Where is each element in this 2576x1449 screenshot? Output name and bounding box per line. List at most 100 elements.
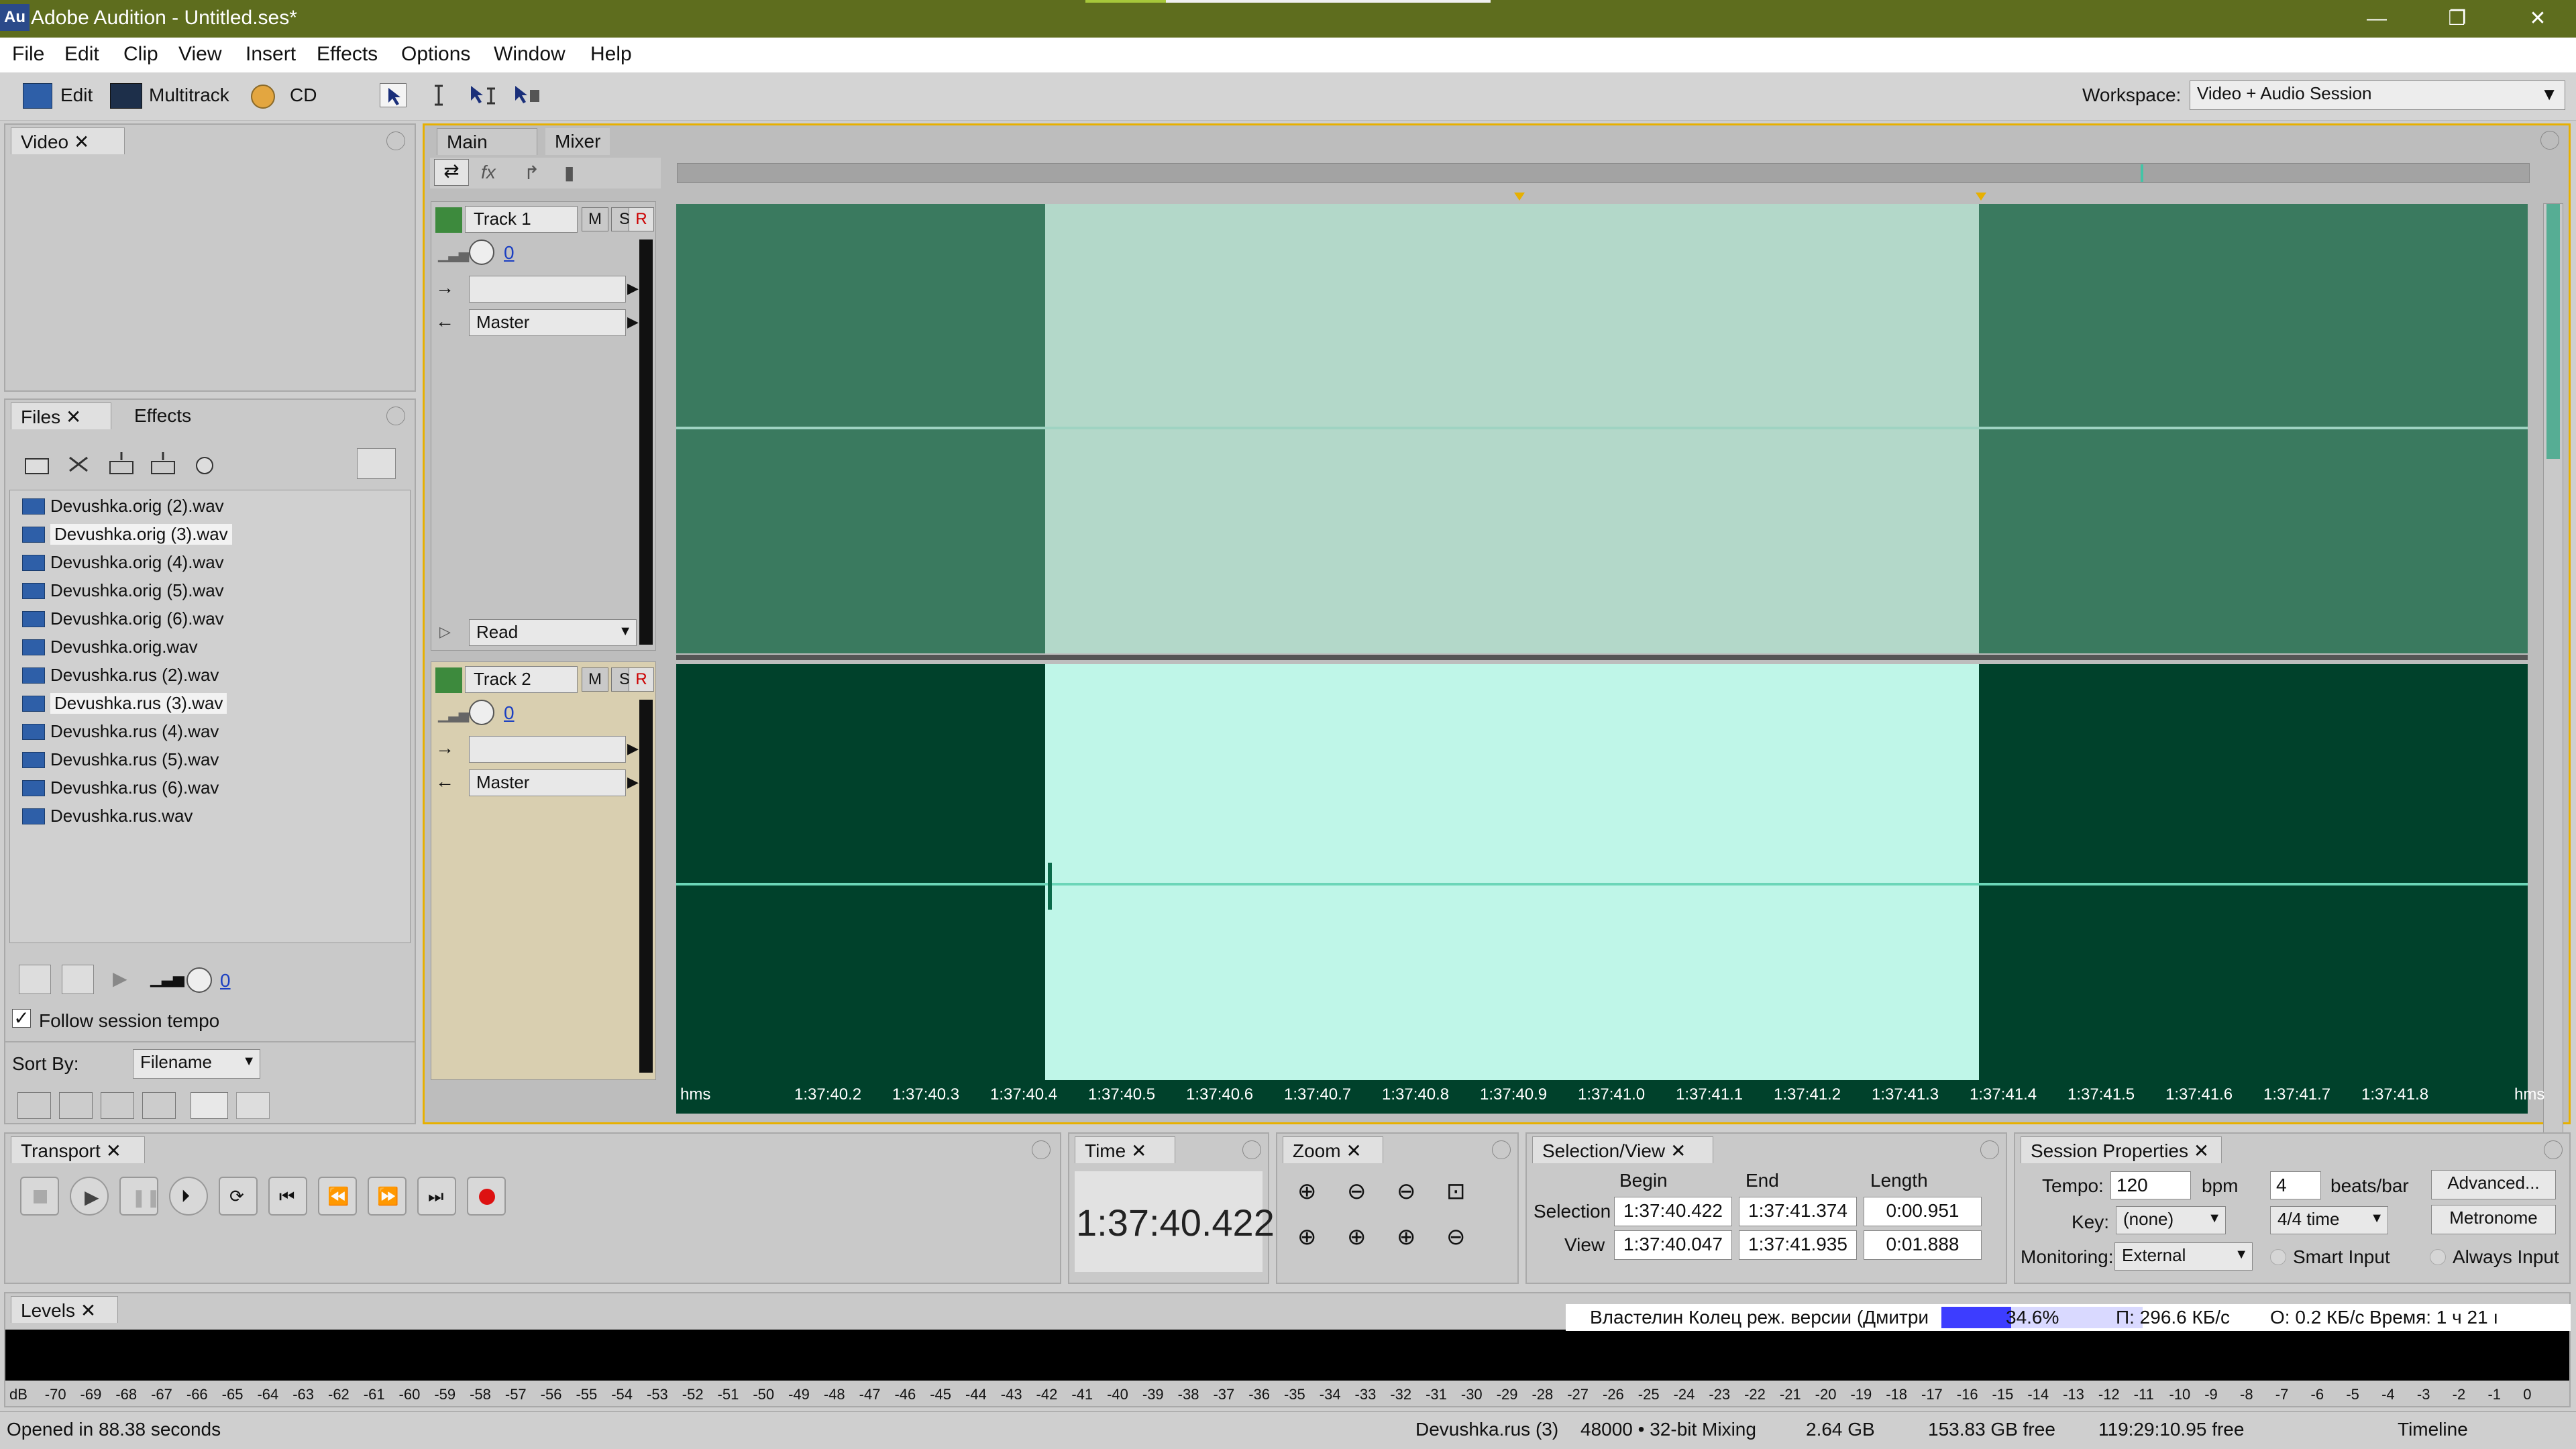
cd-view-button[interactable]: CD (290, 85, 317, 106)
menu-file[interactable]: File (12, 43, 44, 66)
view-begin-field[interactable]: 1:37:40.047 (1614, 1230, 1732, 1260)
panel-menu-icon[interactable] (1980, 1140, 1999, 1159)
tab-levels[interactable]: Levels ✕ (11, 1296, 118, 1323)
tab-mixer[interactable]: Mixer (545, 128, 610, 155)
track2-name[interactable]: Track 2 (465, 666, 578, 693)
stop-button[interactable] (20, 1177, 59, 1216)
scrub-tool-icon[interactable] (510, 83, 543, 107)
sort-by-select[interactable]: Filename ▼ (133, 1049, 260, 1079)
filter-video-icon[interactable] (101, 1092, 134, 1119)
list-item[interactable]: Devushka.rus (4).wav (22, 721, 219, 742)
go-to-start-button[interactable]: ⏮ (268, 1177, 307, 1216)
key-select[interactable]: (none) ▼ (2116, 1206, 2226, 1234)
time-selection-tool-icon[interactable] (427, 83, 451, 107)
menu-insert[interactable]: Insert (246, 43, 296, 66)
insert-into-multitrack-icon[interactable] (105, 451, 138, 478)
beats-field[interactable]: 4 (2270, 1171, 2321, 1199)
zoom-right-icon[interactable]: ⊕ (1347, 1224, 1366, 1250)
list-item[interactable]: Devushka.orig (2).wav (22, 496, 224, 517)
track1-volume-value[interactable]: 0 (504, 242, 515, 264)
tab-time[interactable]: Time ✕ (1075, 1136, 1175, 1163)
inputs-outputs-icon[interactable]: ⇄ (434, 159, 469, 186)
close-icon[interactable]: ✕ (80, 1300, 96, 1321)
tab-selection-view[interactable]: Selection/View ✕ (1532, 1136, 1713, 1163)
list-item[interactable]: Devushka.rus.wav (22, 806, 193, 826)
close-icon[interactable]: ✕ (1670, 1140, 1686, 1161)
track2-record-button[interactable]: R (629, 667, 654, 692)
chevron-right-icon[interactable]: ▶ (627, 313, 639, 331)
scrollbar-thumb[interactable] (2546, 204, 2560, 459)
selection-length-field[interactable]: 0:00.951 (1864, 1197, 1982, 1226)
list-item[interactable]: Devushka.orig (3).wav (22, 524, 232, 545)
chevron-right-icon[interactable]: ▶ (627, 740, 639, 757)
chevron-right-icon[interactable]: ▶ (627, 773, 639, 791)
hybrid-tool-icon[interactable] (466, 83, 499, 107)
loop-icon[interactable] (62, 965, 94, 994)
view-length-field[interactable]: 0:01.888 (1864, 1230, 1982, 1260)
zoom-left-icon[interactable]: ⊕ (1297, 1224, 1317, 1250)
track1-automation-select[interactable]: Read ▼ (469, 619, 637, 646)
play-arrow-icon[interactable]: ▶ (113, 967, 127, 989)
menu-window[interactable]: Window (494, 43, 566, 66)
sends-icon[interactable]: ↱ (524, 162, 539, 184)
tab-zoom[interactable]: Zoom ✕ (1283, 1136, 1383, 1163)
tab-transport[interactable]: Transport ✕ (11, 1136, 145, 1163)
time-signature-select[interactable]: 4/4 time ▼ (2270, 1206, 2388, 1234)
close-icon[interactable]: ✕ (106, 1140, 121, 1161)
panel-menu-icon[interactable] (386, 407, 405, 425)
panel-menu-icon[interactable] (1032, 1140, 1051, 1159)
volume-knob[interactable] (186, 967, 212, 993)
menu-clip[interactable]: Clip (123, 43, 158, 66)
play-button[interactable]: ▶ (70, 1177, 109, 1216)
track1-volume-knob[interactable] (469, 239, 494, 265)
smart-input-radio[interactable] (2270, 1249, 2286, 1265)
close-button[interactable]: ✕ (2501, 0, 2575, 38)
metronome-button[interactable]: Metronome (2431, 1205, 2556, 1234)
view-end-field[interactable]: 1:37:41.935 (1739, 1230, 1857, 1260)
zoom-out-vertical-icon[interactable]: ⊖ (1446, 1224, 1466, 1250)
zoom-in-horizontal-icon[interactable]: ⊕ (1297, 1178, 1317, 1205)
view-options-icon[interactable] (357, 448, 396, 479)
close-icon[interactable]: ✕ (1346, 1140, 1361, 1161)
list-item[interactable]: Devushka.rus (2).wav (22, 665, 219, 686)
insert-into-cd-icon[interactable] (146, 451, 180, 478)
list-item[interactable]: Devushka.rus (6).wav (22, 777, 219, 798)
selection-start-marker[interactable] (1514, 193, 1525, 201)
panel-menu-icon[interactable] (1242, 1140, 1261, 1159)
track1-clip[interactable] (676, 204, 2528, 653)
menu-view[interactable]: View (178, 43, 221, 66)
close-icon[interactable]: ✕ (2194, 1140, 2209, 1161)
track2-volume-value[interactable]: 0 (504, 702, 515, 724)
always-input-radio[interactable] (2430, 1249, 2446, 1265)
tab-files[interactable]: Files ✕ (11, 402, 111, 429)
vertical-scrollbar[interactable] (2543, 203, 2563, 1142)
import-file-icon[interactable] (21, 451, 55, 478)
close-icon[interactable]: ✕ (1131, 1140, 1146, 1161)
tab-session-properties[interactable]: Session Properties ✕ (2021, 1136, 2222, 1163)
tempo-field[interactable]: 120 (2110, 1171, 2191, 1199)
track2-volume-knob[interactable] (469, 700, 494, 725)
track2-clip[interactable] (676, 664, 2528, 1080)
list-item[interactable]: Devushka.orig (5).wav (22, 580, 224, 601)
selection-end-marker[interactable] (1976, 193, 1986, 201)
pause-button[interactable]: ❚❚ (119, 1177, 161, 1216)
zoom-out-horizontal-icon[interactable]: ⊖ (1347, 1178, 1366, 1205)
selection-begin-field[interactable]: 1:37:40.422 (1614, 1197, 1732, 1226)
track2-output-select[interactable]: Master (469, 769, 626, 796)
tab-effects[interactable]: Effects (125, 402, 201, 429)
filter-show-icon[interactable] (191, 1092, 228, 1119)
track1-name[interactable]: Track 1 (465, 206, 578, 233)
menu-effects[interactable]: Effects (317, 43, 378, 66)
expand-automation-icon[interactable]: ▷ (439, 623, 451, 641)
selection-end-field[interactable]: 1:37:41.374 (1739, 1197, 1857, 1226)
list-item[interactable]: Devushka.rus (3).wav (22, 693, 227, 714)
eq-icon[interactable]: ▮ (564, 162, 574, 184)
panel-menu-icon[interactable] (2544, 1140, 2563, 1159)
menu-edit[interactable]: Edit (64, 43, 99, 66)
play-to-end-button[interactable]: ⏵ (169, 1177, 208, 1216)
effects-icon[interactable]: fx (481, 162, 496, 183)
filter-midi-icon[interactable] (142, 1092, 176, 1119)
go-to-end-button[interactable]: ⏭ (417, 1177, 456, 1216)
close-icon[interactable]: ✕ (66, 407, 81, 427)
overview-scrollbar[interactable] (677, 163, 2530, 183)
